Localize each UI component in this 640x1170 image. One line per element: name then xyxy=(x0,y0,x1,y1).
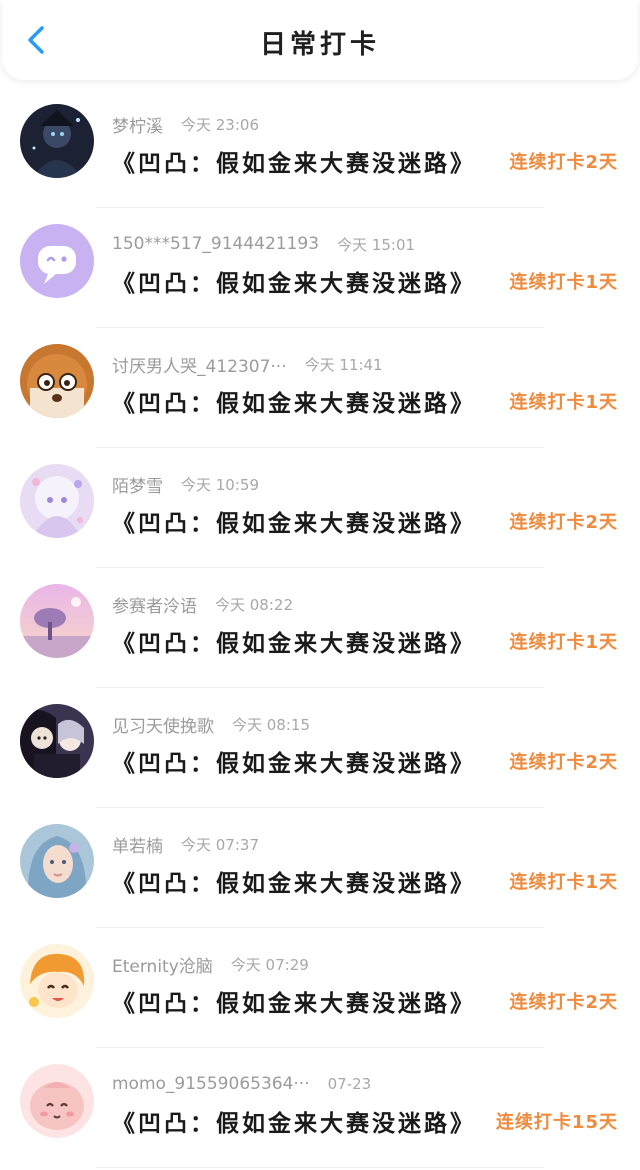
checkin-time: 今天 15:01 xyxy=(337,235,416,254)
checkin-time: 今天 07:29 xyxy=(230,955,309,974)
streak-label: 连续打卡2天 xyxy=(509,512,618,533)
streak-label: 连续打卡15天 xyxy=(495,1112,618,1133)
streak-label: 连续打卡2天 xyxy=(509,152,618,173)
cookie-character-avatar[interactable] xyxy=(20,344,94,418)
list-item[interactable]: 单若楠 今天 07:37 《凹凸：假如金来大赛没迷路》 连续打卡1天 xyxy=(0,808,640,928)
book-title[interactable]: 《凹凸：假如金来大赛没迷路》 xyxy=(112,864,476,898)
streak-label: 连续打卡1天 xyxy=(509,632,618,653)
book-title[interactable]: 《凹凸：假如金来大赛没迷路》 xyxy=(112,984,476,1018)
book-title[interactable]: 《凹凸：假如金来大赛没迷路》 xyxy=(112,624,476,658)
checkin-list: 梦柠溪 今天 23:06 《凹凸：假如金来大赛没迷路》 连续打卡2天 150**… xyxy=(0,88,640,1168)
username[interactable]: 单若楠 xyxy=(112,832,163,857)
streak-label: 连续打卡2天 xyxy=(509,752,618,773)
book-title[interactable]: 《凹凸：假如金来大赛没迷路》 xyxy=(112,1104,476,1138)
list-item[interactable]: 陌梦雪 今天 10:59 《凹凸：假如金来大赛没迷路》 连续打卡2天 xyxy=(0,448,640,568)
checkin-time: 今天 11:41 xyxy=(304,355,383,374)
checkin-time: 今天 08:15 xyxy=(232,715,310,734)
top-nav-bar: 日常打卡 xyxy=(2,0,638,80)
entry-meta: 150***517_9144421193 今天 15:01 xyxy=(112,232,415,256)
book-title[interactable]: 《凹凸：假如金来大赛没迷路》 xyxy=(112,144,476,178)
blue-hair-girl-avatar[interactable] xyxy=(20,824,94,898)
entry-meta: 参赛者泠语 今天 08:22 xyxy=(112,592,293,617)
entry-meta: 见习天使挽歌 今天 08:15 xyxy=(112,712,310,737)
book-title[interactable]: 《凹凸：假如金来大赛没迷路》 xyxy=(112,264,476,298)
two-characters-avatar[interactable] xyxy=(20,704,94,778)
page-title: 日常打卡 xyxy=(259,30,380,60)
entry-meta: 梦柠溪 今天 23:06 xyxy=(112,112,259,137)
streak-label: 连续打卡1天 xyxy=(509,392,618,413)
pink-blob-avatar[interactable] xyxy=(20,1064,94,1138)
checkin-time: 今天 07:37 xyxy=(181,835,259,854)
username[interactable]: momo_91559065364··· xyxy=(112,1074,310,1094)
entry-meta: 陌梦雪 今天 10:59 xyxy=(112,472,259,497)
orange-chibi-avatar[interactable] xyxy=(20,944,94,1018)
username[interactable]: 陌梦雪 xyxy=(112,472,163,497)
username[interactable]: 150***517_9144421193 xyxy=(112,234,319,254)
list-item[interactable]: Eternity沧脑 今天 07:29 《凹凸：假如金来大赛没迷路》 连续打卡2… xyxy=(0,928,640,1048)
checkin-time: 今天 08:22 xyxy=(215,595,293,614)
default-chat-avatar[interactable] xyxy=(20,224,94,298)
checkin-time: 07-23 xyxy=(327,1075,372,1093)
username[interactable]: Eternity沧脑 xyxy=(112,952,213,977)
username[interactable]: 参赛者泠语 xyxy=(112,592,197,617)
checkin-time: 今天 23:06 xyxy=(181,115,259,134)
list-item[interactable]: 见习天使挽歌 今天 08:15 《凹凸：假如金来大赛没迷路》 连续打卡2天 xyxy=(0,688,640,808)
book-title[interactable]: 《凹凸：假如金来大赛没迷路》 xyxy=(112,504,476,538)
list-item[interactable]: 150***517_9144421193 今天 15:01 《凹凸：假如金来大赛… xyxy=(0,208,640,328)
entry-meta: Eternity沧脑 今天 07:29 xyxy=(112,952,309,977)
book-title[interactable]: 《凹凸：假如金来大赛没迷路》 xyxy=(112,744,476,778)
entry-meta: momo_91559065364··· 07-23 xyxy=(112,1072,371,1096)
streak-label: 连续打卡1天 xyxy=(509,272,618,293)
dark-anime-avatar[interactable] xyxy=(20,104,94,178)
username[interactable]: 见习天使挽歌 xyxy=(112,712,214,737)
checkin-time: 今天 10:59 xyxy=(181,475,259,494)
book-title[interactable]: 《凹凸：假如金来大赛没迷路》 xyxy=(112,384,476,418)
list-item[interactable]: 梦柠溪 今天 23:06 《凹凸：假如金来大赛没迷路》 连续打卡2天 xyxy=(0,88,640,208)
entry-meta: 单若楠 今天 07:37 xyxy=(112,832,259,857)
streak-label: 连续打卡1天 xyxy=(509,872,618,893)
username[interactable]: 梦柠溪 xyxy=(112,112,163,137)
list-item[interactable]: 讨厌男人哭_412307··· 今天 11:41 《凹凸：假如金来大赛没迷路》 … xyxy=(0,328,640,448)
list-item[interactable]: 参赛者泠语 今天 08:22 《凹凸：假如金来大赛没迷路》 连续打卡1天 xyxy=(0,568,640,688)
pink-sky-tree-avatar[interactable] xyxy=(20,584,94,658)
entry-meta: 讨厌男人哭_412307··· 今天 11:41 xyxy=(112,352,383,377)
white-hair-anime-avatar[interactable] xyxy=(20,464,94,538)
username[interactable]: 讨厌男人哭_412307··· xyxy=(112,352,287,377)
list-item[interactable]: momo_91559065364··· 07-23 《凹凸：假如金来大赛没迷路》… xyxy=(0,1048,640,1168)
streak-label: 连续打卡2天 xyxy=(509,992,618,1013)
